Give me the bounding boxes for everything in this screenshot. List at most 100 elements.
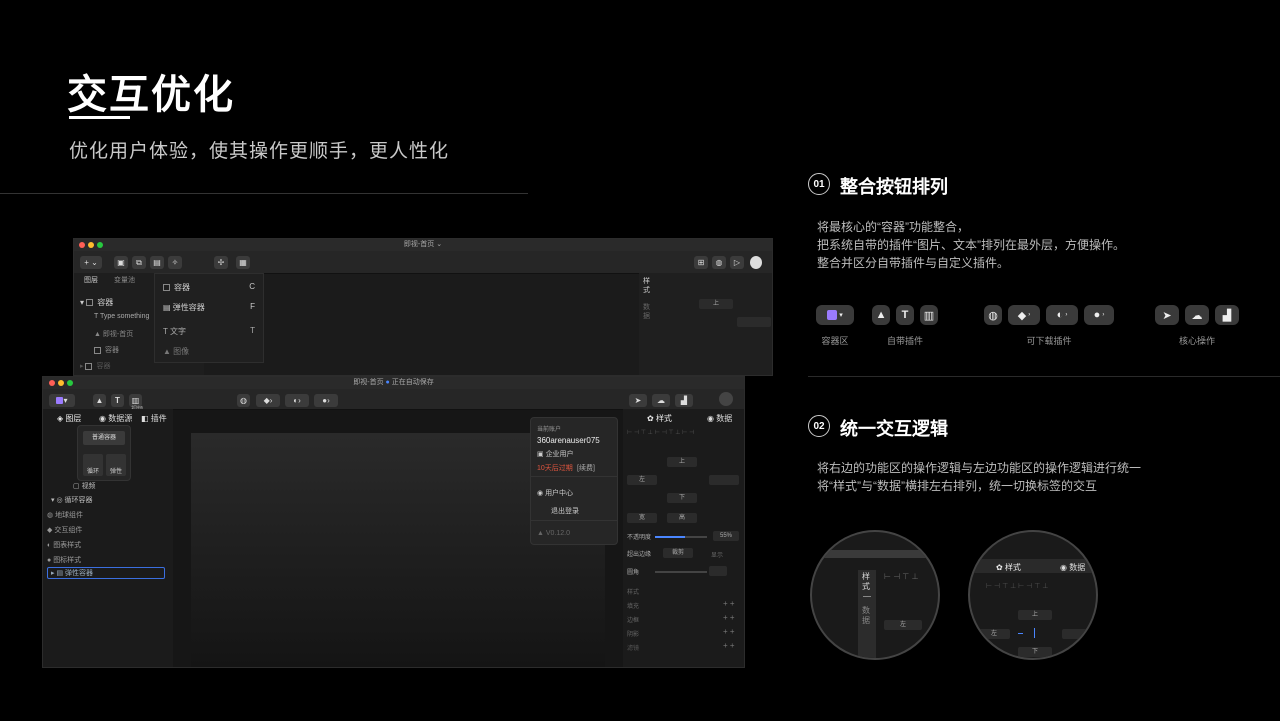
bottom-field[interactable]: 下 [667, 493, 697, 503]
tab-layers[interactable]: ◈ 图层 [57, 413, 81, 424]
layer-item[interactable]: ▾ 容器 [80, 297, 113, 308]
close-dot[interactable] [49, 380, 55, 386]
bottom-field[interactable]: 下 [1018, 647, 1052, 657]
prop-shadow[interactable]: 阴影 [627, 629, 639, 638]
user-center-link[interactable]: ◉ 用户中心 [537, 488, 573, 498]
add-filter-icon[interactable]: + + [723, 641, 735, 650]
radius-slider[interactable] [655, 571, 707, 573]
align-tool-icon[interactable]: ✢ [214, 256, 228, 269]
tab-data[interactable]: ◉ 数据 [1060, 562, 1085, 573]
top-field[interactable]: 上 [667, 457, 697, 467]
tab-layers[interactable]: 图层 [84, 275, 98, 285]
menu-item-container[interactable]: 容器 C [163, 282, 255, 293]
avatar[interactable] [719, 392, 733, 406]
add-border-icon[interactable]: + + [723, 613, 735, 622]
container-button[interactable]: ▾ [49, 394, 75, 407]
publish-button[interactable]: ▟ [675, 394, 693, 407]
tab-variables[interactable]: 变量池 [114, 275, 135, 285]
left-field[interactable]: 左 [884, 620, 922, 630]
preview-button[interactable]: ➤ [629, 394, 647, 407]
renew-link[interactable]: [续费] [577, 463, 595, 473]
minimize-dot[interactable] [58, 380, 64, 386]
close-dot[interactable] [79, 242, 85, 248]
stack-tool-icon[interactable]: ▦ [236, 256, 250, 269]
chart-style-plugin-button[interactable]: ◐› [1046, 305, 1078, 325]
interaction-plugin-button[interactable]: ◆› [1008, 305, 1040, 325]
logout-link[interactable]: 退出登录 [551, 506, 579, 516]
popup-loop[interactable]: 循环 [83, 454, 103, 476]
add-fill-icon[interactable]: + + [723, 599, 735, 608]
icon-style-plugin-button[interactable]: ●› [314, 394, 338, 407]
container-button[interactable]: ▾ [816, 305, 854, 325]
layer-item[interactable]: ▢ 视频 [73, 481, 96, 491]
tab-datasource[interactable]: ◉ 数据源 [99, 413, 132, 424]
avatar[interactable] [750, 256, 762, 269]
globe-plugin-button[interactable]: ◍ [237, 394, 250, 407]
layer-item[interactable]: ● 图标样式 [47, 555, 81, 565]
opacity-slider[interactable] [655, 536, 707, 538]
box-tool-icon[interactable]: ▣ [114, 256, 128, 269]
top-field[interactable]: 上 [1018, 610, 1052, 620]
globe-plugin-button[interactable]: ◍ [984, 305, 1002, 325]
zoom-dot[interactable] [67, 380, 73, 386]
publish-button[interactable]: ▟ [1215, 305, 1239, 325]
opacity-value[interactable]: 55% [713, 531, 739, 541]
tab-data[interactable]: ◉ 数据 [707, 413, 732, 424]
menu-item-text[interactable]: T 文字 T [163, 326, 255, 337]
layer-item-selected[interactable]: ▸ ▤ 弹性容器 [47, 567, 165, 579]
layer-tool-icon[interactable]: ▤ [150, 256, 164, 269]
right-field[interactable] [1062, 629, 1094, 639]
radius-value[interactable] [709, 566, 727, 576]
text-plugin-button[interactable]: T [896, 305, 914, 325]
play-icon[interactable]: ▷ [730, 256, 744, 269]
add-shadow-icon[interactable]: + + [723, 627, 735, 636]
menu-item-flex[interactable]: ▤ 弹性容器 F [163, 302, 255, 313]
add-button[interactable]: + ⌄ [80, 256, 102, 269]
menu-item-image[interactable]: ▲ 图像 [163, 346, 189, 357]
copy-tool-icon[interactable]: ⧉ [132, 256, 146, 269]
width-field[interactable]: 宽 [627, 513, 657, 523]
icon-style-plugin-button[interactable]: ●› [1084, 305, 1114, 325]
prop-border[interactable]: 边框 [627, 615, 639, 624]
layer-item[interactable]: ◆ 交互组件 [47, 525, 82, 535]
top-field[interactable]: 上 [699, 299, 733, 309]
popup-flex[interactable]: 弹性 [106, 454, 126, 476]
interaction-plugin-button[interactable]: ◆› [256, 394, 280, 407]
cloud-button[interactable]: ☁ [652, 394, 670, 407]
grid-icon[interactable]: ⊞ [694, 256, 708, 269]
tab-plugins[interactable]: ◧ 插件 [141, 413, 167, 424]
left-field[interactable]: 左 [978, 629, 1010, 639]
layer-item[interactable]: ◐ 图表样式 [47, 540, 81, 550]
minimize-dot[interactable] [88, 242, 94, 248]
right-field[interactable] [709, 475, 739, 485]
overflow-clip[interactable]: 裁剪 [663, 548, 693, 558]
popup-normal-container[interactable]: 普通容器 [83, 431, 125, 445]
tab-data[interactable]: 数据 [862, 606, 872, 626]
side-tab-data[interactable]: 数据 [643, 303, 653, 321]
prop-fill[interactable]: 填充 [627, 601, 639, 610]
tab-style[interactable]: 样式 [862, 572, 872, 592]
prop-style[interactable]: 样式 [627, 587, 639, 596]
overflow-show[interactable]: 显示 [711, 550, 723, 559]
layer-item[interactable]: ◍ 地球组件 [47, 510, 83, 520]
layer-item[interactable]: ▲ 即视-首页 [94, 329, 133, 339]
zoom-dot[interactable] [97, 242, 103, 248]
right-field[interactable] [737, 317, 771, 327]
layer-item[interactable]: T Type something [94, 313, 149, 320]
cloud-button[interactable]: ☁ [1185, 305, 1209, 325]
layer-item[interactable]: 容器 [94, 345, 119, 355]
image-plugin-button[interactable]: ▲ [93, 394, 106, 407]
layer-item[interactable]: ▾ ◎ 循环容器 [51, 495, 93, 505]
height-field[interactable]: 高 [667, 513, 697, 523]
chart-plugin-button[interactable]: ▥ [920, 305, 938, 325]
tab-style[interactable]: ✿ 样式 [647, 413, 672, 424]
left-field[interactable]: 左 [627, 475, 657, 485]
chart-style-plugin-button[interactable]: ◐› [285, 394, 309, 407]
text-plugin-button[interactable]: T [111, 394, 124, 407]
image-plugin-button[interactable]: ▲ [872, 305, 890, 325]
tab-style[interactable]: ✿ 样式 [996, 562, 1021, 573]
side-tab-style[interactable]: 样式 [643, 277, 653, 295]
plugin-tool-icon[interactable]: ✧ [168, 256, 182, 269]
globe-icon[interactable]: ◍ [712, 256, 726, 269]
prop-filter[interactable]: 滤镜 [627, 643, 639, 652]
